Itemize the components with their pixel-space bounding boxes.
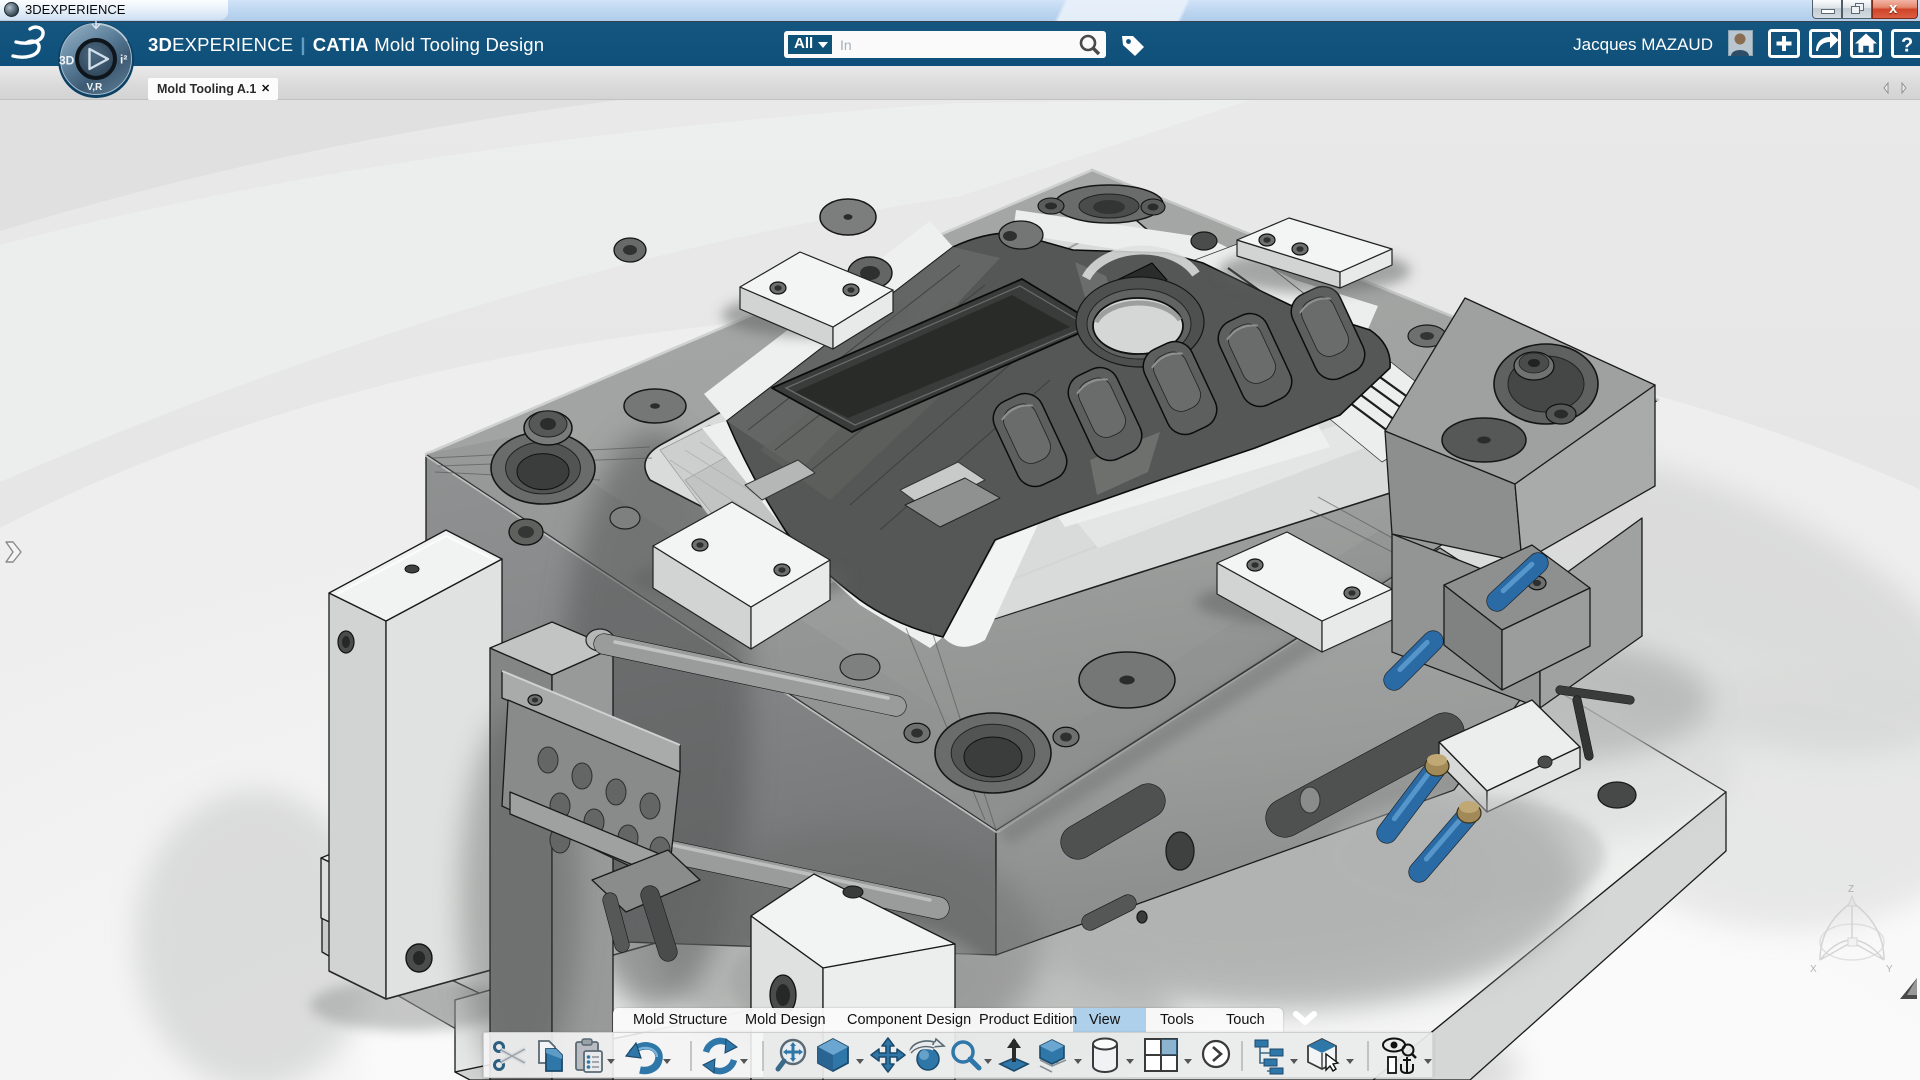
svg-text:V,R: V,R bbox=[87, 82, 104, 93]
svg-text:i²: i² bbox=[120, 53, 127, 67]
svg-text:Z: Z bbox=[1848, 884, 1854, 895]
svg-text:X: X bbox=[1810, 964, 1817, 975]
svg-text:?: ? bbox=[1901, 35, 1913, 57]
svg-text:Y: Y bbox=[1886, 964, 1893, 975]
svg-text:3D: 3D bbox=[59, 54, 75, 68]
